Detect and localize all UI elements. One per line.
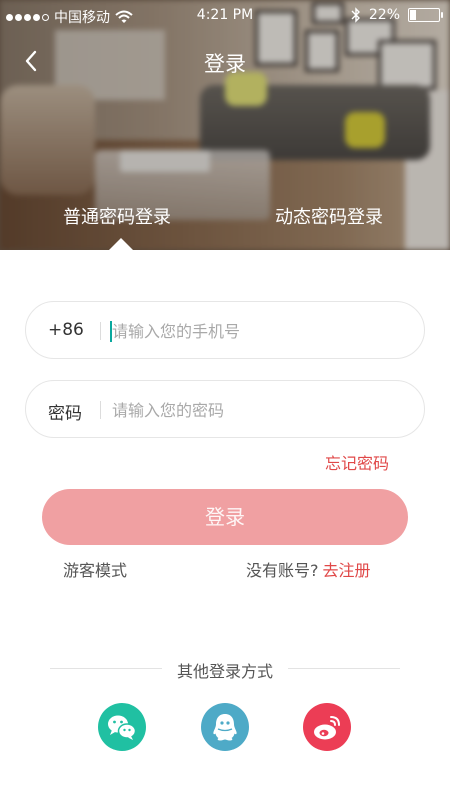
register-link[interactable]: 去注册 [323, 561, 371, 580]
phone-input[interactable] [112, 316, 402, 346]
phone-field: +86 [25, 301, 425, 359]
active-tab-indicator [109, 238, 133, 250]
battery-icon [408, 8, 443, 22]
login-button[interactable]: 登录 [42, 489, 408, 545]
wechat-icon [108, 715, 137, 740]
country-code[interactable]: +86 [48, 320, 84, 340]
other-login-title: 其他登录方式 [176, 662, 273, 681]
forgot-password-link[interactable]: 忘记密码 [325, 450, 389, 474]
tab-dynamic-login[interactable]: 动态密码登录 [275, 203, 383, 229]
divider-right [288, 668, 400, 669]
page-title: 登录 [204, 52, 246, 76]
field-divider [100, 401, 101, 419]
register-row: 没有账号? 去注册 [246, 557, 371, 581]
password-field: 密码 [25, 380, 425, 438]
tab-password-login[interactable]: 普通密码登录 [63, 203, 171, 229]
bluetooth-icon [351, 7, 361, 23]
guest-mode-link[interactable]: 游客模式 [63, 557, 127, 581]
password-input[interactable] [112, 395, 402, 425]
header-banner: 中国移动 4:21 PM 22% 登录 普通密码登录 动态密码登录 [0, 0, 450, 250]
weibo-icon [314, 716, 340, 740]
weibo-login-button[interactable] [303, 703, 351, 751]
no-account-text: 没有账号? [246, 561, 319, 580]
password-label: 密码 [48, 404, 82, 424]
wechat-login-button[interactable] [98, 703, 146, 751]
qq-icon [213, 714, 237, 741]
battery-percent: 22% [368, 7, 400, 23]
field-divider [100, 322, 101, 340]
qq-login-button[interactable] [201, 703, 249, 751]
status-bar: 中国移动 4:21 PM 22% [0, 0, 450, 30]
